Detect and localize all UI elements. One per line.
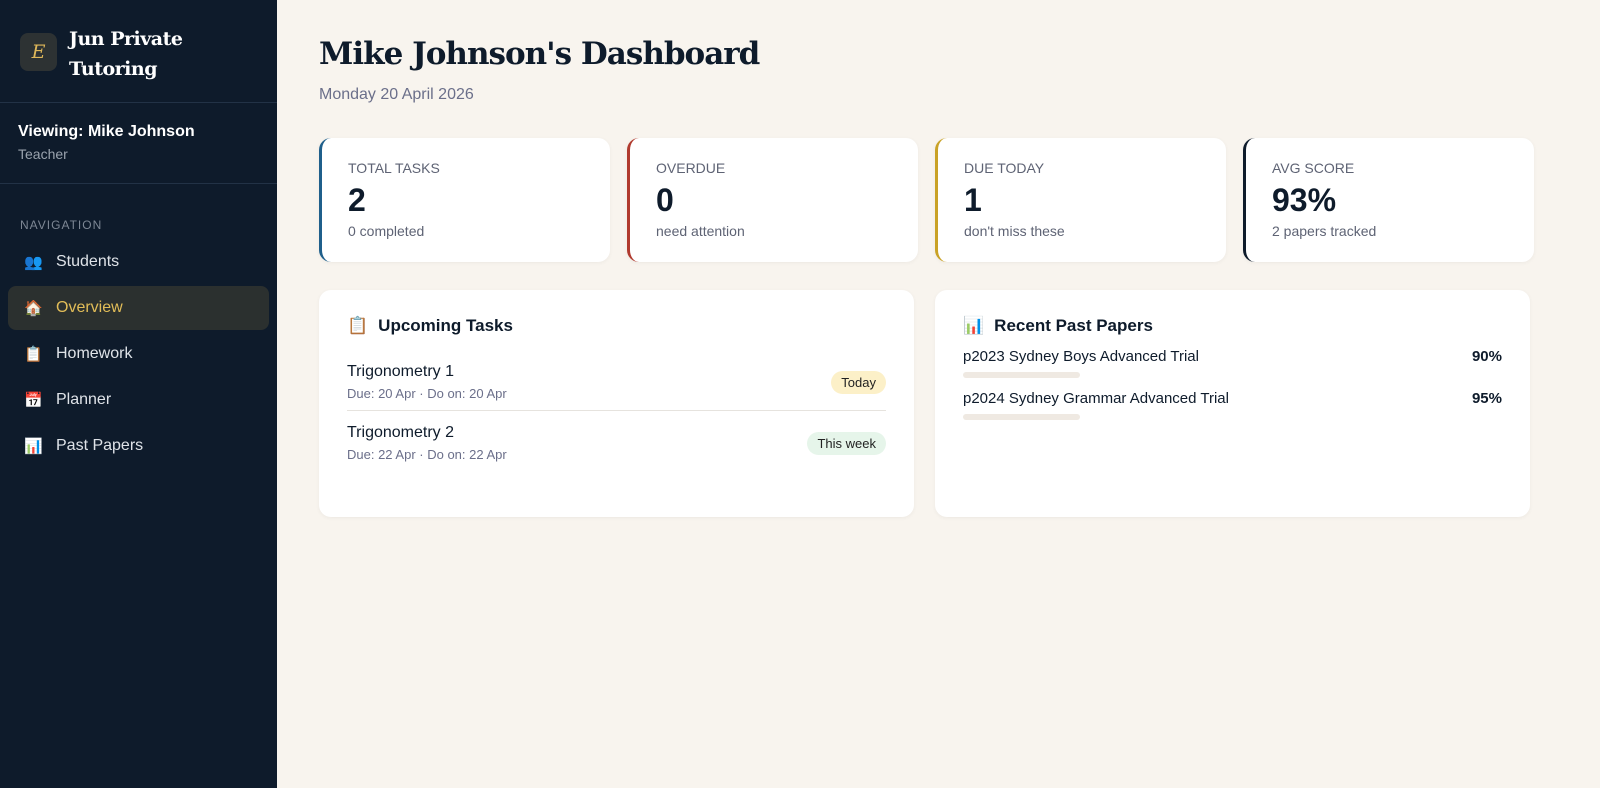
score-bar-fill <box>963 372 1080 378</box>
stat-card-overdue: Overdue 0 need attention <box>627 138 918 262</box>
stat-value: 0 <box>656 182 674 218</box>
stat-subtext: need attention <box>656 223 745 239</box>
sidebar-item-students[interactable]: 👥 Students <box>8 240 269 284</box>
stat-subtext: don't miss these <box>964 223 1065 239</box>
task-name: Trigonometry 1 <box>347 363 454 380</box>
sidebar-item-label: Planner <box>56 391 112 408</box>
house-icon: 🏠 <box>24 300 43 317</box>
sidebar-item-overview[interactable]: 🏠 Overview <box>8 286 269 330</box>
panel-title: 📊 Recent Past Papers <box>963 316 1502 336</box>
clipboard-icon: 📋 <box>24 346 43 363</box>
panels-row: 📋 Upcoming Tasks Trigonometry 1 Due: 20 Ap… <box>319 290 1558 517</box>
paper-score: 90% <box>1471 348 1502 365</box>
sidebar-item-label: Homework <box>56 345 133 362</box>
logo-icon: E <box>20 33 57 71</box>
sidebar-item-homework[interactable]: 📋 Homework <box>8 332 269 376</box>
panel-title-text: Upcoming Tasks <box>378 316 513 335</box>
brand: E Jun Private Tutoring <box>0 0 277 103</box>
page-date: Monday 20 April 2026 <box>319 86 474 103</box>
sidebar-item-label: Past Papers <box>56 437 144 454</box>
paper-item[interactable]: p2024 Sydney Grammar Advanced Trial 95% <box>963 390 1502 420</box>
main-content: Mike Johnson's Dashboard Monday 20 April… <box>277 0 1600 788</box>
task-item[interactable]: Trigonometry 2 Due: 22 Apr · Do on: 22 Ap… <box>347 411 886 471</box>
stat-card-avg-score: Avg Score 93% 2 papers tracked <box>1243 138 1534 262</box>
viewer-info: Viewing: Mike Johnson Teacher <box>0 103 277 184</box>
stat-card-due-today: Due Today 1 don't miss these <box>935 138 1226 262</box>
task-name: Trigonometry 2 <box>347 424 454 441</box>
paper-name: p2024 Sydney Grammar Advanced Trial <box>963 390 1229 407</box>
stat-label: Avg Score <box>1272 160 1355 176</box>
sidebar-item-label: Students <box>56 253 120 270</box>
task-meta: Due: 20 Apr · Do on: 20 Apr <box>347 386 507 401</box>
score-bar <box>963 414 1080 420</box>
sidebar-item-label: Overview <box>56 299 123 316</box>
brand-name: Jun Private Tutoring <box>69 28 183 80</box>
stat-label: Due Today <box>964 160 1045 176</box>
stats-row: Total Tasks 2 0 completed Overdue 0 need att… <box>319 138 1558 262</box>
bar-chart-icon: 📊 <box>963 316 985 335</box>
panel-title-text: Recent Past Papers <box>994 316 1153 335</box>
task-meta: Due: 22 Apr · Do on: 22 Apr <box>347 447 507 462</box>
sidebar: E Jun Private Tutoring Viewing: Mike Joh… <box>0 0 277 788</box>
upcoming-tasks-panel: 📋 Upcoming Tasks Trigonometry 1 Due: 20 Ap… <box>319 290 914 517</box>
stat-subtext: 0 completed <box>348 223 425 239</box>
page-title: Mike Johnson's Dashboard <box>319 36 760 72</box>
sidebar-item-planner[interactable]: 📅 Planner <box>8 378 269 422</box>
stat-value: 1 <box>964 182 982 218</box>
stat-card-total-tasks: Total Tasks 2 0 completed <box>319 138 610 262</box>
panel-title: 📋 Upcoming Tasks <box>347 316 886 336</box>
score-bar <box>963 372 1080 378</box>
stat-label: Overdue <box>656 160 726 176</box>
status-badge: This week <box>807 431 886 455</box>
status-badge: Today <box>831 370 886 394</box>
stat-value: 2 <box>348 182 366 218</box>
clipboard-icon: 📋 <box>347 316 369 335</box>
paper-name: p2023 Sydney Boys Advanced Trial <box>963 348 1199 365</box>
paper-item[interactable]: p2023 Sydney Boys Advanced Trial 90% <box>963 348 1502 378</box>
calendar-icon: 📅 <box>24 392 43 409</box>
sidebar-item-past-papers[interactable]: 📊 Past Papers <box>8 424 269 468</box>
task-item[interactable]: Trigonometry 1 Due: 20 Apr · Do on: 20 Ap… <box>347 350 886 411</box>
nav-section-label: NAVIGATION <box>20 218 103 232</box>
viewer-name: Viewing: Mike Johnson <box>18 123 195 140</box>
students-icon: 👥 <box>24 254 43 271</box>
stat-subtext: 2 papers tracked <box>1272 223 1377 239</box>
score-bar-fill <box>963 414 1080 420</box>
recent-past-papers-panel: 📊 Recent Past Papers p2023 Sydney Boys Ad… <box>935 290 1530 517</box>
paper-score: 95% <box>1471 390 1502 407</box>
stat-value: 93% <box>1272 182 1337 218</box>
stat-label: Total Tasks <box>348 160 440 176</box>
bar-chart-icon: 📊 <box>24 438 43 455</box>
viewer-role: Teacher <box>18 146 68 162</box>
sidebar-nav: 👥 Students 🏠 Overview 📋 Homework 📅 Planner 📊… <box>0 240 277 468</box>
